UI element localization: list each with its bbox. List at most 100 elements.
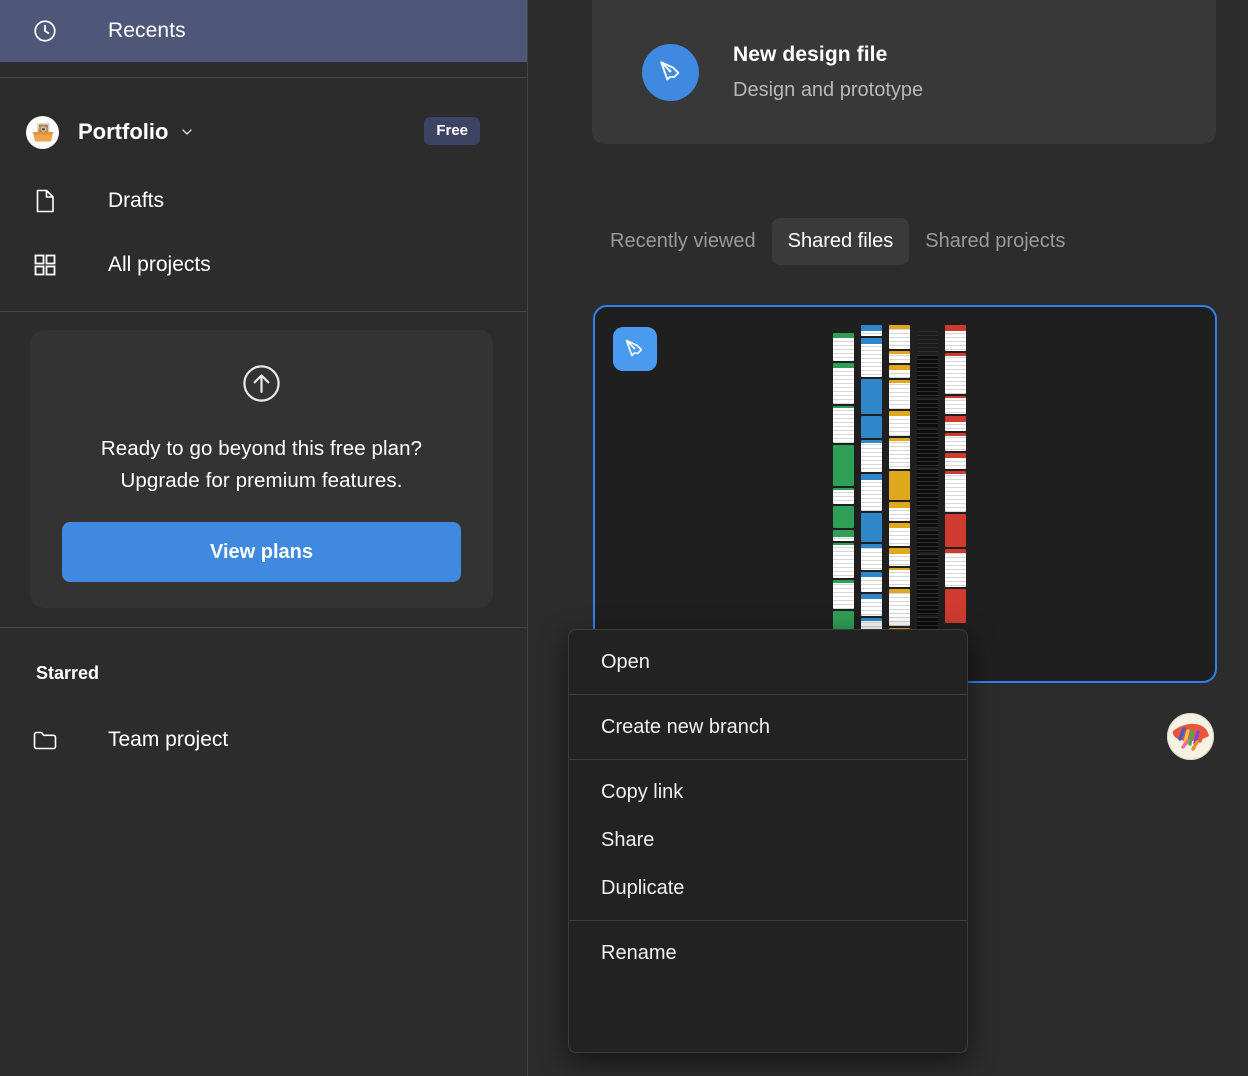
sidebar-divider-starred — [0, 627, 527, 628]
tab-shared-projects[interactable]: Shared projects — [909, 218, 1081, 265]
thumbnail-frame — [889, 470, 910, 500]
sidebar-item-label: Team project — [108, 728, 229, 751]
thumbnail-frame — [833, 488, 854, 505]
thumbnail-frame — [833, 580, 854, 610]
starred-heading: Starred — [36, 663, 100, 683]
thumbnail-frame — [861, 440, 882, 472]
thumbnail-frame — [833, 529, 854, 541]
collaborator-avatar[interactable] — [1167, 713, 1214, 760]
thumbnail-frame — [917, 398, 938, 427]
thumbnail-frame — [945, 433, 966, 451]
menu-item-duplicate[interactable]: Duplicate — [569, 864, 967, 912]
context-menu-group: Copy link Share Duplicate — [569, 759, 967, 920]
thumbnail-frame — [889, 411, 910, 436]
thumbnail-frame — [917, 355, 938, 397]
tab-bar: Recently viewed Shared files Shared proj… — [594, 218, 1081, 265]
thumbnail-frame — [861, 379, 882, 414]
menu-item-rename[interactable]: Rename — [569, 929, 967, 977]
sidebar-divider-mid — [0, 311, 527, 312]
menu-item-open[interactable]: Open — [569, 638, 967, 686]
thumbnail-frame — [917, 511, 938, 529]
sidebar-item-recents[interactable]: Recents — [0, 0, 527, 62]
plan-badge[interactable]: Free — [424, 117, 480, 145]
thumbnail-frame — [917, 580, 938, 615]
new-design-file-subtitle: Design and prototype — [733, 78, 924, 101]
thumbnail-frame — [861, 594, 882, 616]
file-icon — [30, 186, 60, 216]
portfolio-avatar — [26, 115, 59, 149]
upgrade-message: Ready to go beyond this free plan? Upgra… — [101, 433, 422, 497]
tab-recently-viewed[interactable]: Recently viewed — [594, 218, 772, 265]
chevron-down-icon[interactable] — [179, 124, 195, 140]
new-design-file-title: New design file — [733, 42, 888, 66]
context-menu: Open Create new branch Copy link Share D… — [568, 629, 968, 1053]
sidebar-item-all-projects[interactable]: All projects — [0, 243, 527, 287]
thumbnail-frame — [889, 567, 910, 587]
file-card[interactable] — [593, 305, 1217, 685]
new-design-file-card[interactable]: New design file Design and prototype — [592, 0, 1216, 144]
pen-tool-icon — [613, 327, 657, 371]
thumbnail-frame — [861, 513, 882, 542]
thumbnail-frame — [917, 530, 938, 552]
thumbnail-frame — [917, 469, 938, 510]
thumbnail-frame — [945, 453, 966, 469]
thumbnail-frame — [945, 549, 966, 587]
menu-item-copy-link[interactable]: Copy link — [569, 768, 967, 816]
thumbnail-frame — [889, 588, 910, 627]
thumbnail-frame — [917, 553, 938, 579]
thumbnail-frame — [861, 474, 882, 511]
thumbnail-frame — [889, 350, 910, 363]
thumbnail-frame — [945, 396, 966, 414]
sidebar-item-label: All projects — [108, 253, 211, 276]
sidebar: Recents Portfolio Free Drafts All projec… — [0, 0, 528, 1076]
clock-icon — [30, 16, 60, 46]
new-design-file-text: New design file Design and prototype — [733, 43, 923, 102]
thumbnail-frame — [833, 542, 854, 579]
menu-item-create-new-branch[interactable]: Create new branch — [569, 703, 967, 751]
thumbnail-frame — [917, 331, 938, 354]
thumbnail-frame — [861, 416, 882, 438]
sidebar-item-drafts[interactable]: Drafts — [0, 179, 527, 223]
thumbnail-frame — [889, 364, 910, 378]
thumbnail-frame — [889, 325, 910, 349]
portfolio-name: Portfolio — [78, 119, 169, 144]
thumbnail-frame — [833, 333, 854, 361]
thumbnail-frame — [945, 416, 966, 431]
upgrade-line-2: Upgrade for premium features. — [120, 469, 403, 492]
thumbnail-frame — [833, 406, 854, 444]
upgrade-card: Ready to go beyond this free plan? Upgra… — [30, 330, 493, 608]
thumbnail-frame — [833, 362, 854, 405]
thumbnail-frame — [861, 338, 882, 377]
folder-icon — [30, 725, 60, 755]
sidebar-item-team-project[interactable]: Team project — [0, 718, 527, 762]
menu-item-share[interactable]: Share — [569, 816, 967, 864]
thumbnail-frame — [861, 572, 882, 592]
upgrade-line-1: Ready to go beyond this free plan? — [100, 437, 423, 460]
thumbnail-frame — [945, 325, 966, 351]
context-menu-group: Rename — [569, 920, 967, 985]
thumbnail-frame — [889, 437, 910, 469]
sidebar-item-label: Drafts — [108, 189, 165, 212]
thumbnail-frame — [945, 353, 966, 394]
thumbnail-frame — [945, 514, 966, 547]
thumbnail-frame — [889, 379, 910, 410]
thumbnail-frame — [833, 506, 854, 528]
thumbnail-frame — [861, 544, 882, 570]
grid-icon — [30, 250, 60, 280]
view-plans-button[interactable]: View plans — [62, 522, 461, 582]
figma-file-browser: Recents Portfolio Free Drafts All projec… — [0, 0, 1248, 1076]
thumbnail-frame — [861, 325, 882, 336]
thumbnail-frame — [945, 471, 966, 512]
thumbnail-frame — [889, 548, 910, 566]
thumbnail-frame — [889, 501, 910, 521]
context-menu-group: Create new branch — [569, 694, 967, 759]
context-menu-group: Open — [569, 630, 967, 694]
sidebar-item-label: Recents — [108, 19, 186, 42]
thumbnail-frame — [889, 522, 910, 547]
pen-tool-icon — [642, 43, 699, 101]
sidebar-divider-top — [0, 77, 527, 78]
thumbnail-frame — [945, 589, 966, 623]
tab-shared-files[interactable]: Shared files — [771, 218, 910, 265]
thumbnail-frame — [917, 428, 938, 468]
arrow-up-circle-icon — [241, 363, 282, 409]
